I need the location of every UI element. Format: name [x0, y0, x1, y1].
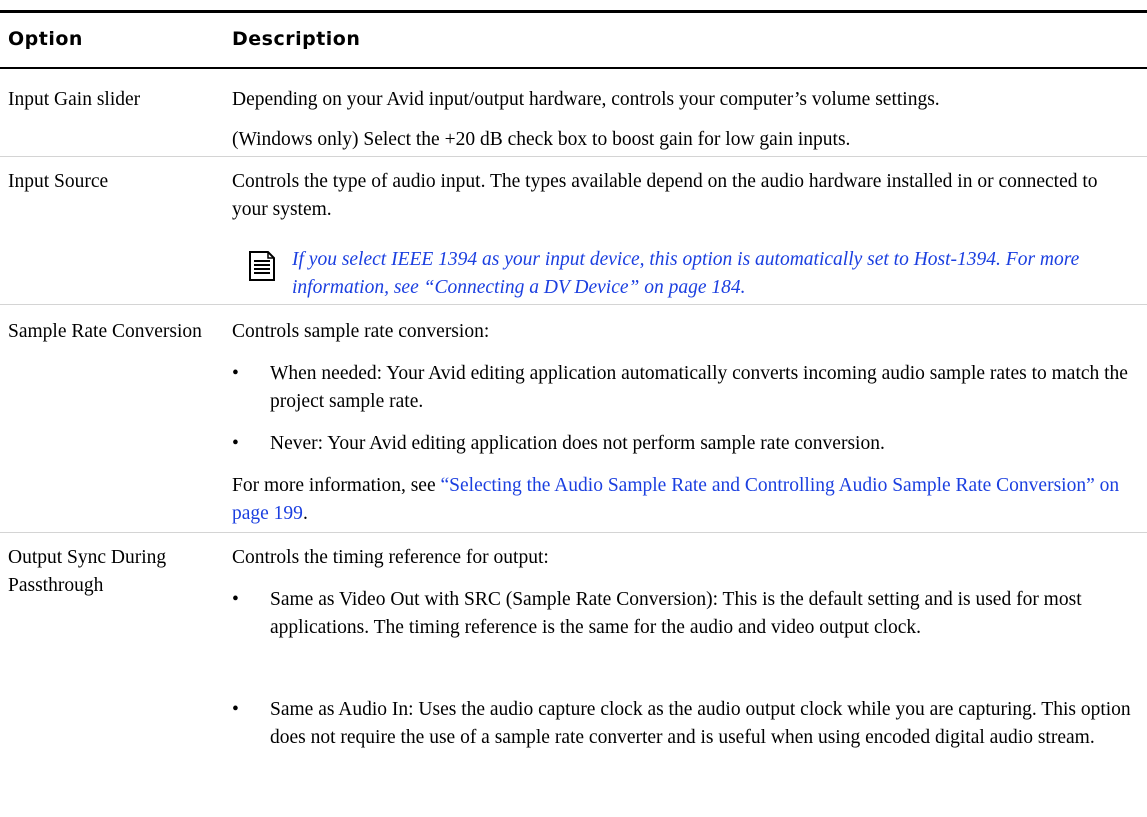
bullet-marker: •: [232, 589, 239, 610]
description-text: Controls the timing reference for output…: [232, 547, 549, 568]
row-divider: [0, 304, 1147, 305]
bullet-marker: •: [232, 433, 239, 454]
row-divider: [0, 156, 1147, 157]
description-text: (Windows only) Select the +20 dB check b…: [232, 129, 851, 150]
description-text: Controls sample rate conversion:: [232, 321, 490, 342]
note-text[interactable]: If you select IEEE 1394 as your input de…: [292, 246, 1132, 302]
option-input-source: Input Source: [8, 171, 109, 192]
option-input-gain-slider: Input Gain slider: [8, 89, 141, 110]
row-divider: [0, 532, 1147, 533]
bullet-text: Same as Audio In: Uses the audio capture…: [270, 699, 1131, 748]
bullet-text: Never: Your Avid editing application doe…: [270, 433, 885, 454]
note-icon: [249, 251, 275, 281]
bullet-text: Same as Video Out with SRC (Sample Rate …: [270, 589, 1082, 638]
header-option: Option: [8, 28, 83, 50]
bullet-marker: •: [232, 699, 239, 720]
more-info-suffix: .: [302, 503, 308, 524]
more-info-prefix: For more information, see: [232, 475, 441, 496]
option-sample-rate-conversion: Sample Rate Conversion: [8, 321, 202, 342]
header-rule: [0, 67, 1147, 69]
header-description: Description: [232, 28, 361, 50]
description-text: Controls the type of audio input. The ty…: [232, 171, 1098, 220]
option-output-sync: Output Sync During Passthrough: [8, 547, 167, 596]
table-top-rule: [0, 10, 1147, 13]
bullet-marker: •: [232, 363, 239, 384]
more-info-text: For more information, see “Selecting the…: [232, 472, 1132, 528]
bullet-text: When needed: Your Avid editing applicati…: [270, 363, 1128, 412]
description-text: Depending on your Avid input/output hard…: [232, 89, 940, 110]
